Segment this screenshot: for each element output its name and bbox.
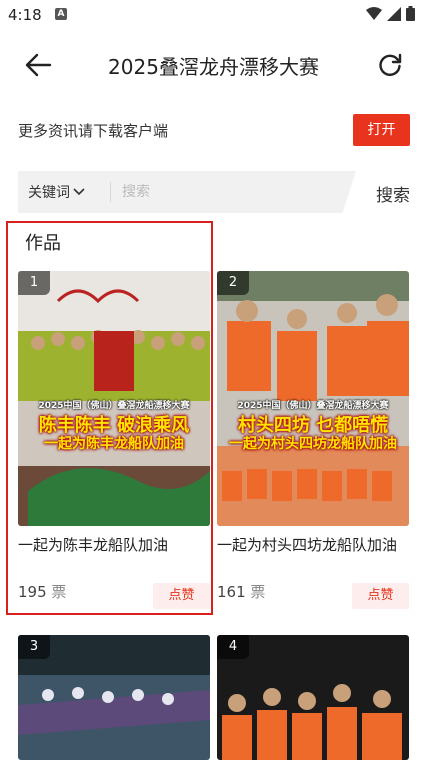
status-time: 4:18	[8, 6, 42, 24]
search-input[interactable]	[122, 179, 322, 205]
chevron-down-icon	[73, 188, 85, 196]
rank-badge: 2	[217, 271, 249, 295]
wifi-icon	[366, 6, 382, 20]
battery-icon	[406, 6, 415, 21]
work-card-2[interactable]: 2025中国（佛山）叠滘龙船漂移大赛 村头四坊 乜都唔慌 一起为村头四坊龙船队加…	[217, 271, 409, 609]
work-card-1[interactable]: 2025中国（佛山）叠滘龙船漂移大赛 陈丰陈丰 破浪乘风 一起为陈丰龙船队加油 …	[18, 271, 210, 609]
keyword-filter-dropdown[interactable]: 关键词	[28, 182, 85, 202]
search-button[interactable]: 搜索	[376, 181, 410, 206]
work-thumbnail-1[interactable]: 2025中国（佛山）叠滘龙船漂移大赛 陈丰陈丰 破浪乘风 一起为陈丰龙船队加油 …	[18, 271, 210, 526]
work-card-3[interactable]: 3	[18, 635, 210, 760]
vote-unit: 票	[250, 583, 266, 601]
notification-icon: A	[55, 8, 67, 20]
search-bar: 关键词 搜索	[18, 171, 418, 213]
work-caption: 一起为村头四坊龙船队加油	[217, 536, 398, 554]
keyword-filter-label: 关键词	[28, 185, 70, 201]
like-button[interactable]: 点赞	[352, 583, 409, 609]
work-footer: 195 票 点赞	[18, 581, 210, 609]
rank-badge: 3	[18, 635, 50, 659]
promo-text: 更多资讯请下载客户端	[18, 122, 169, 140]
work-card-4[interactable]: 4	[217, 635, 409, 760]
header-bar: 2025叠滘龙舟漂移大赛	[0, 40, 427, 90]
refresh-icon[interactable]	[377, 52, 403, 78]
rank-badge: 4	[217, 635, 249, 659]
works-section-title: 作品	[25, 233, 61, 254]
like-button[interactable]: 点赞	[153, 583, 210, 609]
work-thumbnail-3[interactable]: 3	[18, 635, 210, 760]
overlay-event-name: 2025中国（佛山）叠滘龙船漂移大赛	[38, 401, 190, 411]
work-thumbnail-2[interactable]: 2025中国（佛山）叠滘龙船漂移大赛 村头四坊 乜都唔慌 一起为村头四坊龙船队加…	[217, 271, 409, 526]
overlay-subtitle: 一起为村头四坊龙船队加油	[229, 436, 397, 452]
work-thumbnail-4[interactable]: 4	[217, 635, 409, 760]
overlay-event-name: 2025中国（佛山）叠滘龙船漂移大赛	[237, 401, 389, 411]
download-promo: 更多资讯请下载客户端 打开	[0, 110, 427, 150]
overlay-subtitle: 一起为陈丰龙船队加油	[44, 436, 184, 452]
search-divider	[110, 182, 111, 202]
status-bar: 4:18 A	[0, 0, 427, 30]
rank-badge: 1	[18, 271, 50, 295]
status-icons	[366, 6, 415, 21]
work-caption: 一起为陈丰龙船队加油	[18, 536, 169, 554]
signal-icon	[387, 6, 401, 21]
work-footer: 161 票 点赞	[217, 581, 409, 609]
page-title: 2025叠滘龙舟漂移大赛	[108, 55, 319, 79]
vote-number: 195	[18, 583, 47, 601]
vote-number: 161	[217, 583, 246, 601]
open-app-button[interactable]: 打开	[353, 114, 410, 146]
vote-unit: 票	[51, 583, 67, 601]
